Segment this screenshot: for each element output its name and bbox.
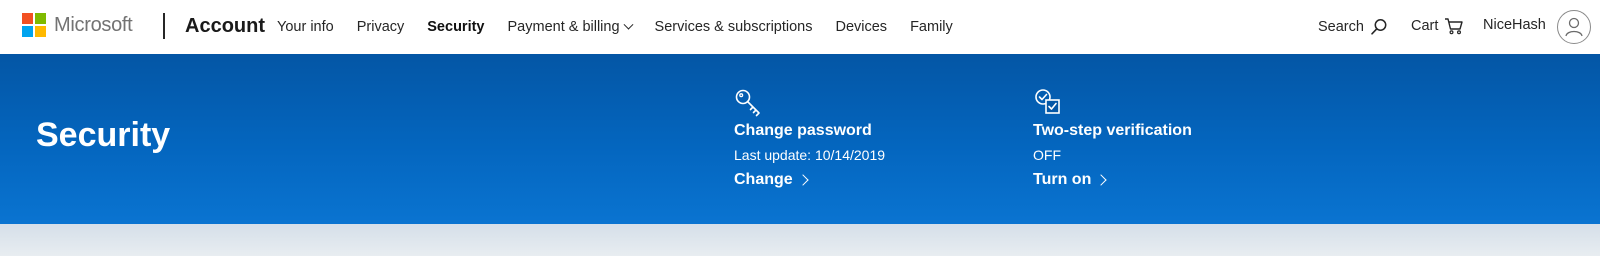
page-title: Security: [36, 116, 171, 154]
cart-button[interactable]: Cart: [1411, 17, 1464, 35]
microsoft-logo-icon: [22, 13, 46, 37]
nav-privacy[interactable]: Privacy: [357, 19, 405, 35]
top-navigation: Microsoft Account Your info Privacy Secu…: [0, 0, 1600, 54]
search-icon: [1371, 19, 1387, 35]
turn-on-link-label: Turn on: [1033, 171, 1092, 188]
main-nav: Your info Privacy Security Payment & bil…: [277, 0, 976, 54]
two-step-verification-card: Two-step verification OFF Turn on: [1033, 88, 1192, 189]
two-step-verification-title: Two-step verification: [1033, 122, 1192, 139]
nav-payment-billing-label: Payment & billing: [507, 19, 620, 35]
nav-devices[interactable]: Devices: [835, 19, 887, 35]
checkbox-verification-icon: [1035, 89, 1060, 114]
change-password-card: Change password Last update: 10/14/2019 …: [734, 88, 885, 189]
person-icon: [1565, 17, 1583, 37]
content-area-top: [0, 224, 1600, 256]
brand-name: Microsoft: [54, 13, 133, 36]
search-label: Search: [1318, 19, 1364, 35]
avatar[interactable]: [1557, 10, 1591, 44]
nav-your-info[interactable]: Your info: [277, 19, 334, 35]
change-password-link[interactable]: Change: [734, 171, 885, 189]
user-name[interactable]: NiceHash: [1483, 17, 1546, 33]
chevron-down-icon: [623, 19, 633, 30]
key-icon: [735, 89, 760, 117]
password-last-update: Last update: 10/14/2019: [734, 147, 886, 163]
nav-services-subscriptions[interactable]: Services & subscriptions: [655, 19, 813, 35]
security-banner: Security Change password Last update: 10…: [0, 54, 1600, 224]
header-divider: [163, 13, 165, 39]
cart-icon: [1445, 18, 1464, 35]
nav-payment-billing[interactable]: Payment & billing: [507, 19, 633, 35]
nav-security[interactable]: Security: [427, 19, 484, 35]
account-title[interactable]: Account: [185, 15, 265, 38]
search-button[interactable]: Search: [1318, 18, 1388, 36]
turn-on-link[interactable]: Turn on: [1033, 171, 1192, 189]
chevron-right-icon: [1095, 174, 1108, 186]
two-step-status: OFF: [1033, 147, 1061, 163]
change-password-title: Change password: [734, 122, 872, 139]
microsoft-logo[interactable]: Microsoft: [22, 13, 133, 37]
cart-label: Cart: [1411, 18, 1439, 34]
chevron-right-icon: [797, 174, 809, 186]
change-password-link-label: Change: [734, 171, 793, 188]
nav-family[interactable]: Family: [910, 19, 953, 35]
